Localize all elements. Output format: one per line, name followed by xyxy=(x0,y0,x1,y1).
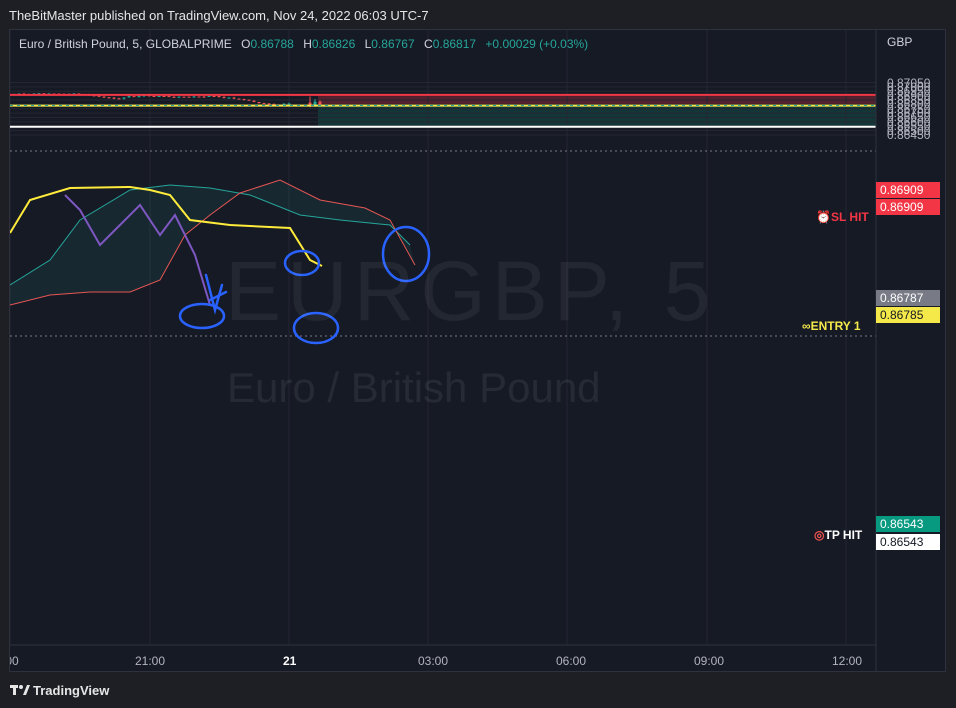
candle-body xyxy=(112,97,116,99)
candle-body xyxy=(167,96,171,98)
target-icon: ◎ xyxy=(814,528,825,542)
sl-price-tag: 0.86909 xyxy=(876,182,940,198)
candle-body xyxy=(212,95,216,97)
open-value: 0.86788 xyxy=(250,37,294,51)
candle-body xyxy=(232,97,236,99)
candle-body xyxy=(122,97,126,99)
candle-body xyxy=(192,96,196,98)
candle-body xyxy=(217,96,221,98)
high-label: H xyxy=(303,37,312,51)
candle-body xyxy=(137,96,141,98)
tp-hit-label: ◎TP HIT xyxy=(814,528,863,542)
time-tick-label: 21:00 xyxy=(135,654,166,668)
candle-body xyxy=(287,103,291,105)
chart-panel[interactable]: EURGBP, 5 Euro / British Pound Euro / Br… xyxy=(9,29,946,672)
candle-body xyxy=(127,96,131,98)
time-tick-label: :00 xyxy=(10,654,19,668)
candle-body xyxy=(227,97,231,99)
alarm-icon: ⏰ xyxy=(816,210,831,224)
chart-canvas[interactable] xyxy=(10,30,946,672)
sl-hit-label: ⏰SL HIT xyxy=(816,210,869,224)
watermark-name: Euro / British Pound xyxy=(227,364,601,411)
candle-body xyxy=(237,98,241,100)
low-value: 0.86767 xyxy=(371,37,415,51)
publish-info: TheBitMaster published on TradingView.co… xyxy=(9,8,429,23)
candle-body xyxy=(202,96,206,98)
tradingview-logo-icon xyxy=(10,685,30,695)
time-tick-label: 03:00 xyxy=(418,654,449,668)
entry-label: ∞ENTRY 1 xyxy=(802,319,861,333)
candle-body xyxy=(242,98,246,100)
candle-body xyxy=(207,95,211,97)
candle-body xyxy=(172,96,176,98)
candle-body xyxy=(252,100,256,102)
price-tick-label: 0.86450 xyxy=(887,127,931,142)
footer: TradingView xyxy=(0,672,956,708)
tradingview-brand: TradingView xyxy=(33,683,110,698)
currency-label: GBP xyxy=(887,35,913,49)
candle-body xyxy=(247,99,251,101)
candle-body xyxy=(187,96,191,98)
time-tick-label: 12:00 xyxy=(832,654,863,668)
candle-body xyxy=(152,95,156,97)
time-tick-label: 09:00 xyxy=(694,654,725,668)
symbol-legend[interactable]: Euro / British Pound, 5, GLOBALPRIME O0.… xyxy=(19,37,588,51)
drawing-ellipse xyxy=(178,302,226,330)
close-value: 0.86817 xyxy=(432,37,477,51)
candle-body xyxy=(267,103,271,105)
candle-body xyxy=(257,101,261,104)
candle-body xyxy=(177,96,181,98)
candle-body xyxy=(157,96,161,98)
time-tick-label: 21 xyxy=(283,654,297,668)
watermark-ticker: EURGBP, 5 xyxy=(225,244,717,338)
sl-price-tag-2: 0.86909 xyxy=(876,199,940,215)
candle-body xyxy=(262,103,266,105)
candle-body xyxy=(197,96,201,98)
candle-body xyxy=(182,96,186,98)
change-value: +0.00029 (+0.03%) xyxy=(485,37,589,51)
candle-body xyxy=(318,101,322,105)
candle-body xyxy=(102,96,106,98)
time-tick-label: 06:00 xyxy=(556,654,587,668)
close-label: C xyxy=(424,37,433,51)
candle-body xyxy=(162,96,166,98)
high-value: 0.86826 xyxy=(311,37,356,51)
candle-body xyxy=(107,97,111,99)
entry-price-tag: 0.86785 xyxy=(876,307,940,323)
candle-body xyxy=(117,98,121,100)
entry-marker-icon: ∞ xyxy=(802,319,811,333)
tp-price-tag-2: 0.86543 xyxy=(876,534,940,550)
tp-price-tag: 0.86543 xyxy=(876,516,940,532)
publish-header: TheBitMaster published on TradingView.co… xyxy=(0,0,956,30)
candle-body xyxy=(222,96,226,98)
symbol-title[interactable]: Euro / British Pound, 5, GLOBALPRIME xyxy=(19,37,232,51)
current-price-tag: 0.86787 xyxy=(876,290,940,306)
candle-body xyxy=(132,96,136,98)
